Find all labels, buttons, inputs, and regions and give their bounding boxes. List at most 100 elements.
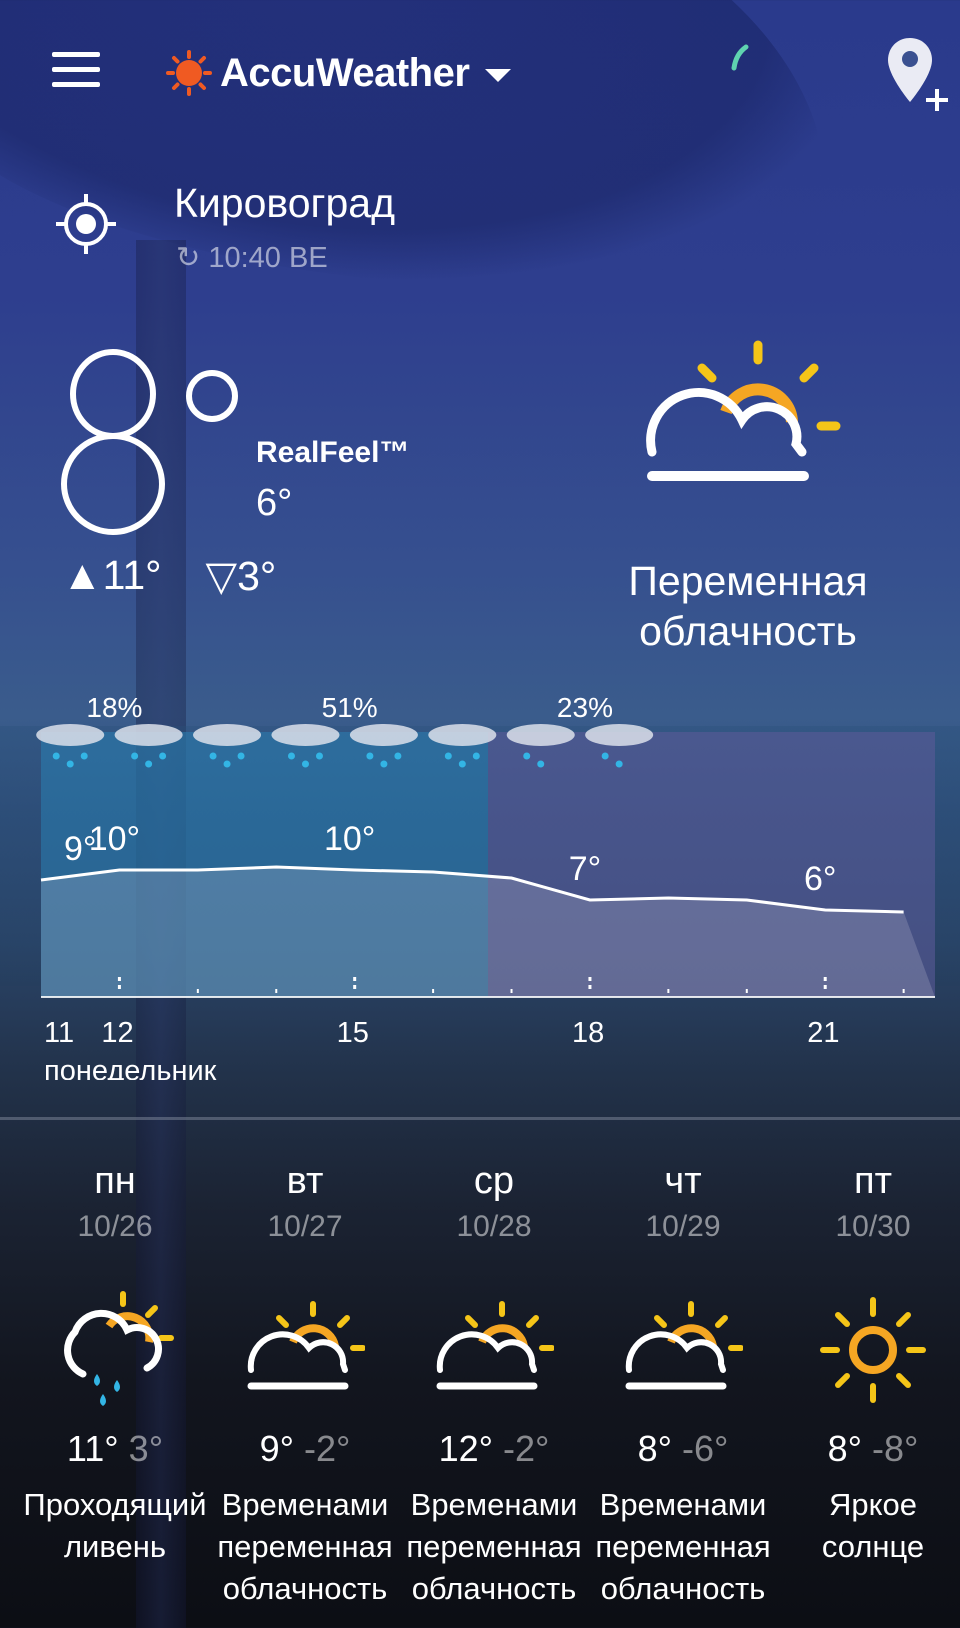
rain-cloud-icon — [36, 724, 105, 746]
day-condition-line: облачность — [411, 1571, 577, 1606]
hour-label: 18 — [572, 1017, 604, 1049]
last-updated: ↻ 10:40 ВЕ — [176, 240, 328, 275]
updated-time: 10:40 ВЕ — [208, 242, 328, 274]
hour-label: 11 — [44, 1017, 74, 1049]
realfeel-value: 6° — [256, 482, 293, 524]
rain-drop-icon — [458, 760, 466, 768]
rain-drop-icon — [223, 760, 231, 768]
day-date: 10/30 — [835, 1210, 911, 1243]
hourly-temp-label: 6° — [804, 860, 837, 898]
rain-drop-icon — [615, 760, 623, 768]
accuweather-logo-icon — [166, 50, 212, 96]
day-low: -6° — [682, 1428, 729, 1469]
day-label: понедельник — [44, 1055, 217, 1080]
day-condition-line: облачность — [222, 1571, 388, 1606]
add-location-pin-icon[interactable] — [886, 36, 948, 118]
city-name[interactable]: Кировоград — [174, 180, 395, 227]
day-name: пт — [854, 1160, 892, 1202]
day-temperatures: 9° -2° — [210, 1428, 400, 1470]
top-bar: AccuWeather — [0, 0, 960, 150]
day-temperatures: 8° -8° — [778, 1428, 960, 1470]
day-condition: Временами переменная облачность — [588, 1484, 778, 1610]
day-date: 10/27 — [267, 1210, 343, 1243]
partly-sunny-icon — [625, 1301, 743, 1390]
hour-label: 15 — [337, 1017, 369, 1049]
rain-drop-icon — [209, 752, 217, 760]
hourly-temp-label: 7° — [569, 850, 602, 888]
sun-icon — [820, 1297, 926, 1403]
rain-drop-icon — [66, 760, 74, 768]
day-condition-line: Временами — [410, 1487, 578, 1522]
day-condition-line: Временами — [599, 1487, 767, 1522]
menu-icon[interactable] — [52, 52, 100, 90]
low-temp: ▽3° — [205, 553, 277, 599]
rain-drop-icon — [472, 752, 480, 760]
degree-symbol — [186, 370, 238, 422]
high-temp: ▲11° — [62, 552, 162, 598]
brand-switcher[interactable]: AccuWeather — [166, 45, 512, 101]
day-date: 10/26 — [77, 1210, 153, 1243]
rain-cloud-icon — [349, 724, 418, 746]
rain-cloud-icon — [271, 724, 340, 746]
hourly-forecast-chart[interactable]: 9°10° 10°7° 6°18% 51% 23%11 12 15 18 21понедельн… — [0, 680, 960, 1080]
rain-drop-icon — [366, 752, 374, 760]
rain-drop-icon — [394, 752, 402, 760]
rain-drop-icon — [52, 752, 60, 760]
section-divider — [0, 1117, 960, 1120]
rain-drop-icon — [523, 752, 531, 760]
brand-name: AccuWeather — [220, 50, 470, 95]
daily-forecast-day[interactable]: чт 10/29 8° -6° Временами переменная облачност… — [588, 1160, 778, 1610]
rain-drop-icon — [145, 760, 153, 768]
loading-spinner-icon — [731, 44, 749, 71]
rain-drop-icon — [537, 760, 545, 768]
condition-line-1: Переменная — [628, 558, 868, 604]
day-high: 8° — [637, 1428, 672, 1469]
rain-drop-icon — [131, 752, 139, 760]
partly-sunny-icon — [436, 1301, 554, 1390]
day-date: 10/29 — [645, 1210, 721, 1243]
rain-drop-icon — [601, 752, 609, 760]
high-low: ▲11° ▽3° — [62, 552, 276, 600]
day-condition-line: Временами — [221, 1487, 389, 1522]
day-condition-line: переменная — [217, 1529, 393, 1564]
day-condition: Яркое солнце — [778, 1484, 960, 1568]
chevron-down-icon — [485, 68, 512, 82]
day-temperatures: 11° 3° — [20, 1428, 210, 1470]
partly-sunny-icon — [646, 340, 841, 481]
daily-forecast-day[interactable]: пт 10/30 8° -8° Яркое солнце — [778, 1160, 960, 1568]
day-condition: Временами переменная облачность — [399, 1484, 589, 1610]
daily-forecast: пн 10/26 11° 3° Проходящий ливень вт 10/27 9° -2°… — [0, 1160, 960, 1628]
hourly-temp-label: 10° — [89, 820, 140, 858]
current-location-icon[interactable] — [54, 192, 118, 256]
rain-drop-icon — [301, 760, 309, 768]
daily-forecast-day[interactable]: пн 10/26 11° 3° Проходящий ливень — [20, 1160, 210, 1568]
precip-probability-label: 51% — [322, 692, 378, 723]
day-condition-line: переменная — [595, 1529, 771, 1564]
day-temperatures: 8° -6° — [588, 1428, 778, 1470]
day-high: 12° — [438, 1428, 494, 1469]
day-name: пн — [94, 1160, 136, 1202]
day-high: 9° — [259, 1428, 294, 1469]
day-low: -2° — [503, 1428, 550, 1469]
day-condition-line: ливень — [63, 1529, 167, 1564]
rain-cloud-icon — [114, 724, 183, 746]
day-condition-line: облачность — [600, 1571, 766, 1606]
day-low: -2° — [304, 1428, 351, 1469]
day-date: 10/28 — [456, 1210, 532, 1243]
day-condition-line: переменная — [406, 1529, 582, 1564]
daily-forecast-day[interactable]: вт 10/27 9° -2° Временами переменная облачност… — [210, 1160, 400, 1610]
rain-cloud-icon — [428, 724, 497, 746]
rain-drop-icon — [380, 760, 388, 768]
precip-probability-label: 23% — [557, 692, 613, 723]
rain-cloud-icon — [193, 724, 262, 746]
day-condition: Временами переменная облачность — [210, 1484, 400, 1610]
refresh-icon[interactable]: ↻ — [176, 242, 208, 274]
current-temperature: 8 — [56, 330, 184, 560]
rain-drop-icon — [287, 752, 295, 760]
precip-probability-label: 18% — [86, 692, 142, 723]
rain-drop-icon — [159, 752, 167, 760]
day-name: вт — [286, 1160, 324, 1202]
rain-cloud-icon — [506, 724, 575, 746]
day-name: ср — [473, 1160, 515, 1202]
daily-forecast-day[interactable]: ср 10/28 12° -2° Временами переменная облачнос… — [399, 1160, 589, 1610]
